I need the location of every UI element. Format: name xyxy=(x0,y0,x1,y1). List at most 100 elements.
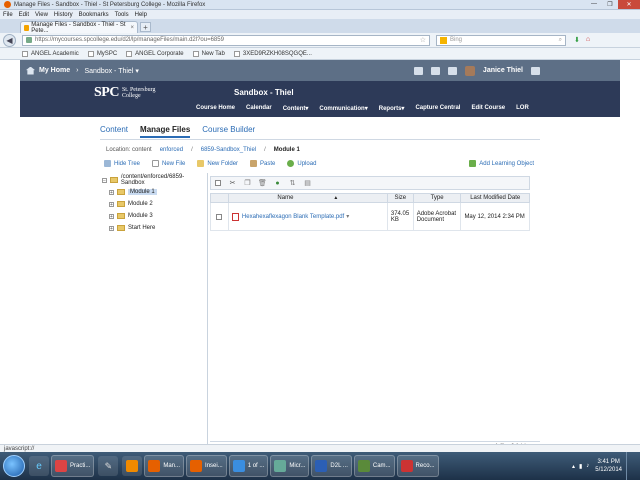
location-label: Location: content xyxy=(106,147,152,153)
location-sandbox-link[interactable]: 6859-Sandbox_Thiel xyxy=(201,147,256,153)
avatar[interactable] xyxy=(464,65,475,76)
network-icon[interactable]: ▮ xyxy=(579,463,582,470)
taskbar-task-recorder[interactable]: Reco... xyxy=(396,455,439,477)
back-button[interactable]: ◀ xyxy=(3,34,16,47)
menu-help[interactable]: Help xyxy=(135,12,147,18)
subscriptions-icon[interactable] xyxy=(430,66,440,75)
show-desktop-button[interactable] xyxy=(626,452,634,480)
clock[interactable]: 3:41 PM 5/12/2014 xyxy=(595,458,622,474)
taskbar-task-camtasia[interactable]: Cam... xyxy=(353,455,395,477)
taskbar-task-chrome[interactable]: Practi... xyxy=(51,455,95,477)
pen-icon[interactable]: ✎ xyxy=(98,456,119,476)
nav-communication[interactable]: Communication▾ xyxy=(319,105,367,112)
table-row[interactable]: Hexahexaflexagon Blank Template.pdf ▾ 37… xyxy=(210,203,530,231)
url-bar[interactable]: https://mycourses.spcollege.edu/d2l/lp/m… xyxy=(22,34,430,46)
cut-icon[interactable]: ✂ xyxy=(228,179,237,188)
location-enforced-link[interactable]: enforced xyxy=(160,147,183,153)
select-all-checkbox[interactable] xyxy=(213,179,222,188)
file-name-link[interactable]: Hexahexaflexagon Blank Template.pdf xyxy=(242,214,344,220)
row-name[interactable]: Hexahexaflexagon Blank Template.pdf ▾ xyxy=(229,203,388,230)
expand-icon[interactable]: + xyxy=(109,225,114,231)
nav-lor[interactable]: LOR xyxy=(516,105,529,112)
taskbar-task-firefox[interactable]: Man... xyxy=(144,455,185,477)
paste-button[interactable]: Paste xyxy=(250,160,275,167)
menu-edit[interactable]: Edit xyxy=(19,12,29,18)
notifications-icon[interactable] xyxy=(447,66,457,75)
bookmark-new-tab[interactable]: New Tab xyxy=(192,50,225,57)
collapse-icon[interactable]: − xyxy=(102,177,107,183)
bookmark-angel-corporate[interactable]: ANGEL Corporate xyxy=(126,50,184,57)
nav-course-home[interactable]: Course Home xyxy=(196,105,235,112)
menu-bookmarks[interactable]: Bookmarks xyxy=(79,12,109,18)
start-button[interactable] xyxy=(3,455,25,477)
file-menu-icon[interactable]: ▾ xyxy=(346,213,349,220)
my-home-link[interactable]: My Home xyxy=(26,66,70,75)
close-button[interactable]: ✕ xyxy=(618,0,640,9)
expand-icon[interactable]: + xyxy=(109,213,114,219)
bookmark-star-icon[interactable]: ☆ xyxy=(420,36,426,44)
menu-view[interactable]: View xyxy=(35,12,48,18)
taskbar-task-microsoft[interactable]: Micr... xyxy=(270,455,310,477)
expand-icon[interactable]: + xyxy=(109,201,114,207)
bookmark-angel-academic[interactable]: ANGEL Academic xyxy=(22,50,79,57)
volume-icon[interactable]: ♪ xyxy=(586,463,589,469)
tab-manage-files[interactable]: Manage Files xyxy=(140,125,191,138)
home-icon[interactable]: ⌂ xyxy=(586,36,590,44)
properties-icon[interactable]: ▤ xyxy=(303,179,312,188)
download-icon[interactable]: ⬇ xyxy=(574,36,580,44)
spc-logo[interactable]: SPC St. Petersburg College xyxy=(94,85,156,101)
nav-capture-central[interactable]: Capture Central xyxy=(415,105,460,112)
new-tab-button[interactable]: + xyxy=(140,22,151,32)
hide-tree-button[interactable]: Hide Tree xyxy=(104,160,140,167)
upload-button[interactable]: Upload xyxy=(287,160,316,167)
header-type[interactable]: Type xyxy=(414,194,462,202)
header-size[interactable]: Size xyxy=(388,194,414,202)
minimize-button[interactable]: — xyxy=(586,0,602,9)
header-last-modified[interactable]: Last Modified Date xyxy=(461,194,529,202)
search-engine-icon[interactable] xyxy=(440,36,447,44)
settings-gear-icon[interactable] xyxy=(531,66,540,75)
browser-tab-manage-files[interactable]: Manage Files - Sandbox - Thiel - St Pete… xyxy=(20,21,138,34)
new-folder-icon xyxy=(197,160,205,167)
menu-tools[interactable]: Tools xyxy=(115,12,129,18)
search-icon[interactable]: ⌕ xyxy=(559,37,562,44)
tree-item-module-1[interactable]: + Module 1 xyxy=(109,187,157,197)
course-selector[interactable]: Sandbox - Thiel ▾ xyxy=(84,67,138,75)
tab-content[interactable]: Content xyxy=(100,125,128,138)
taskbar-task-word[interactable]: D2L ... xyxy=(311,455,352,477)
unzip-icon[interactable]: ● xyxy=(273,179,282,188)
new-folder-button[interactable]: New Folder xyxy=(197,160,238,167)
maximize-button[interactable]: ❐ xyxy=(602,0,618,9)
tree-item-module-2[interactable]: + Module 2 xyxy=(109,199,153,209)
add-learning-object-button[interactable]: Add Learning Object xyxy=(469,160,534,167)
delete-icon[interactable]: 🗑 xyxy=(258,179,267,188)
header-name[interactable]: Name ▲ xyxy=(229,194,388,202)
taskbar-task-ie[interactable]: 1 of ... xyxy=(228,455,269,477)
move-icon[interactable]: ⇅ xyxy=(288,179,297,188)
bookmark-myspc[interactable]: MySPC xyxy=(87,50,117,57)
taskbar-task-firefox-2[interactable]: Insei... xyxy=(186,455,227,477)
tab-course-builder[interactable]: Course Builder xyxy=(202,125,255,138)
new-file-button[interactable]: New File xyxy=(152,160,185,167)
tray-expand-icon[interactable]: ▴ xyxy=(572,463,575,470)
tree-item-module-3[interactable]: + Module 3 xyxy=(109,211,153,221)
outlook-icon[interactable] xyxy=(122,456,143,476)
user-name[interactable]: Janice Thiel xyxy=(483,67,523,74)
nav-edit-course[interactable]: Edit Course xyxy=(471,105,505,112)
nav-reports[interactable]: Reports▾ xyxy=(379,105,405,112)
site-identity-icon[interactable] xyxy=(26,37,32,43)
row-checkbox[interactable] xyxy=(211,203,229,230)
nav-content[interactable]: Content▾ xyxy=(283,105,309,112)
nav-calendar[interactable]: Calendar xyxy=(246,105,272,112)
bookmark-key[interactable]: 3XED9RZKH08SQGQE... xyxy=(233,50,312,57)
search-bar[interactable]: Bing ⌕ xyxy=(436,34,566,46)
message-icon[interactable] xyxy=(413,66,423,75)
copy-icon[interactable]: ❐ xyxy=(243,179,252,188)
tree-item-start-here[interactable]: + Start Here xyxy=(109,223,155,233)
expand-icon[interactable]: + xyxy=(109,189,114,195)
ie-icon[interactable]: e xyxy=(29,456,49,476)
menu-history[interactable]: History xyxy=(54,12,73,18)
menu-file[interactable]: File xyxy=(3,12,13,18)
tab-close-icon[interactable]: × xyxy=(130,25,134,31)
tree-root[interactable]: − /content/enforced/6859-Sandbox xyxy=(102,174,207,186)
